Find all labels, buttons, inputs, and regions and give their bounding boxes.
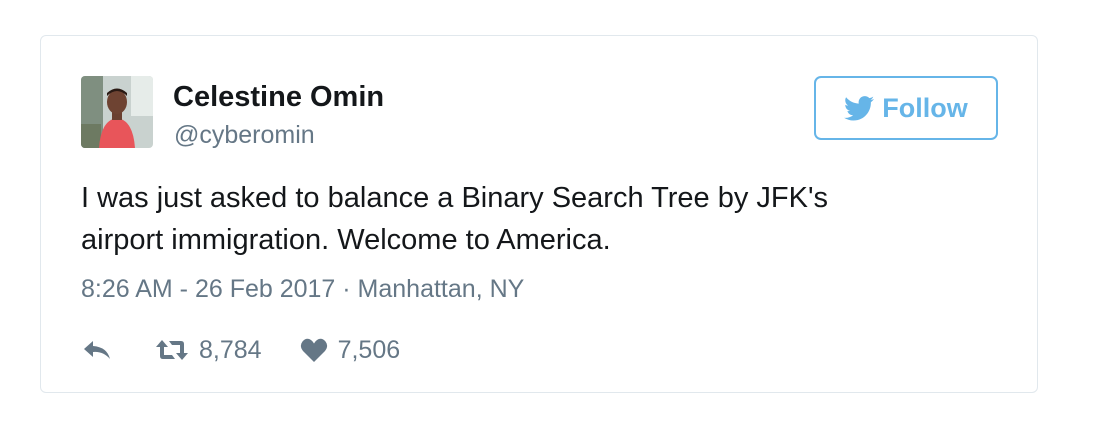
author-display-name[interactable]: Celestine Omin [173,80,384,114]
retweet-count: 8,784 [199,335,262,364]
follow-button[interactable]: Follow [814,76,998,140]
tweet-card: Celestine Omin @cyberomin Follow I was j… [40,35,1038,393]
avatar[interactable] [81,76,153,148]
tweet-timestamp-location[interactable]: 8:26 AM - 26 Feb 2017 · Manhattan, NY [81,274,524,304]
heart-icon [300,338,327,362]
tweet-actions: 8,784 7,506 [81,334,400,366]
tweet-text-line: airport immigration. Welcome to America. [81,224,611,256]
like-count: 7,506 [337,335,401,364]
retweet-icon [156,340,188,360]
reply-button[interactable] [81,338,113,362]
tweet-text: I was just asked to balance a Binary Sea… [81,177,981,261]
author-handle[interactable]: @cyberomin [174,120,315,150]
user-avatar-icon [81,76,153,148]
reply-icon [84,341,110,359]
follow-button-label: Follow [882,92,968,123]
retweet-button[interactable]: 8,784 [155,336,262,365]
tweet-text-line: I was just asked to balance a Binary Sea… [81,182,829,214]
twitter-bird-icon [844,95,875,120]
like-button[interactable]: 7,506 [300,335,401,365]
